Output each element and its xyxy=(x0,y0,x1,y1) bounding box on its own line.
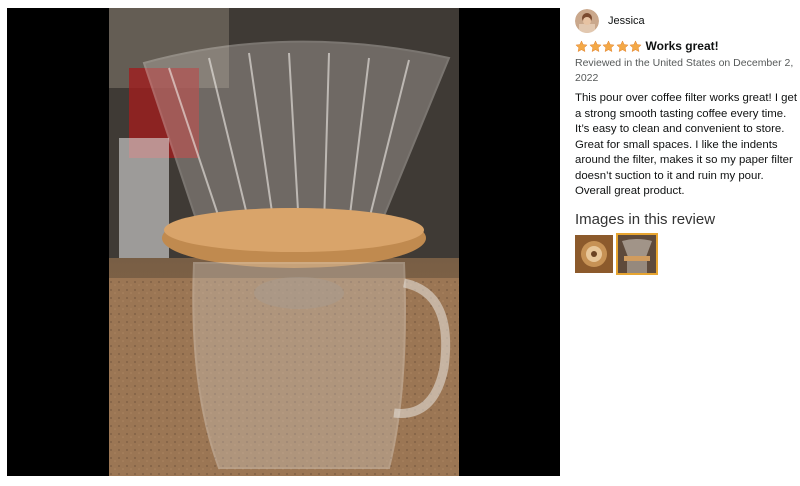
star-icon xyxy=(629,39,642,52)
reviewer-profile[interactable]: Jessica xyxy=(575,9,797,33)
review-image-thumbnails xyxy=(575,234,797,273)
review-image-thumbnail[interactable] xyxy=(575,234,613,273)
rating-row: Works great! xyxy=(575,39,797,53)
product-photo xyxy=(109,8,459,476)
review-photo-viewer xyxy=(7,8,560,476)
review-body: This pour over coffee filter works great… xyxy=(575,92,798,197)
star-icon xyxy=(602,39,615,52)
review-date: Reviewed in the United States on Decembe… xyxy=(575,57,794,84)
star-icon xyxy=(588,39,602,52)
review-title: Works great! xyxy=(645,39,719,53)
star-icon xyxy=(575,39,588,52)
images-heading: Images in this review xyxy=(575,210,716,228)
star-rating xyxy=(575,39,643,53)
review-image-thumbnail-selected[interactable] xyxy=(618,234,656,273)
reviewer-name[interactable]: Jessica xyxy=(608,15,645,27)
review-panel: Jessica Works great! Reviewed in the Uni… xyxy=(575,9,797,273)
star-icon xyxy=(615,39,629,52)
avatar[interactable] xyxy=(575,9,599,33)
